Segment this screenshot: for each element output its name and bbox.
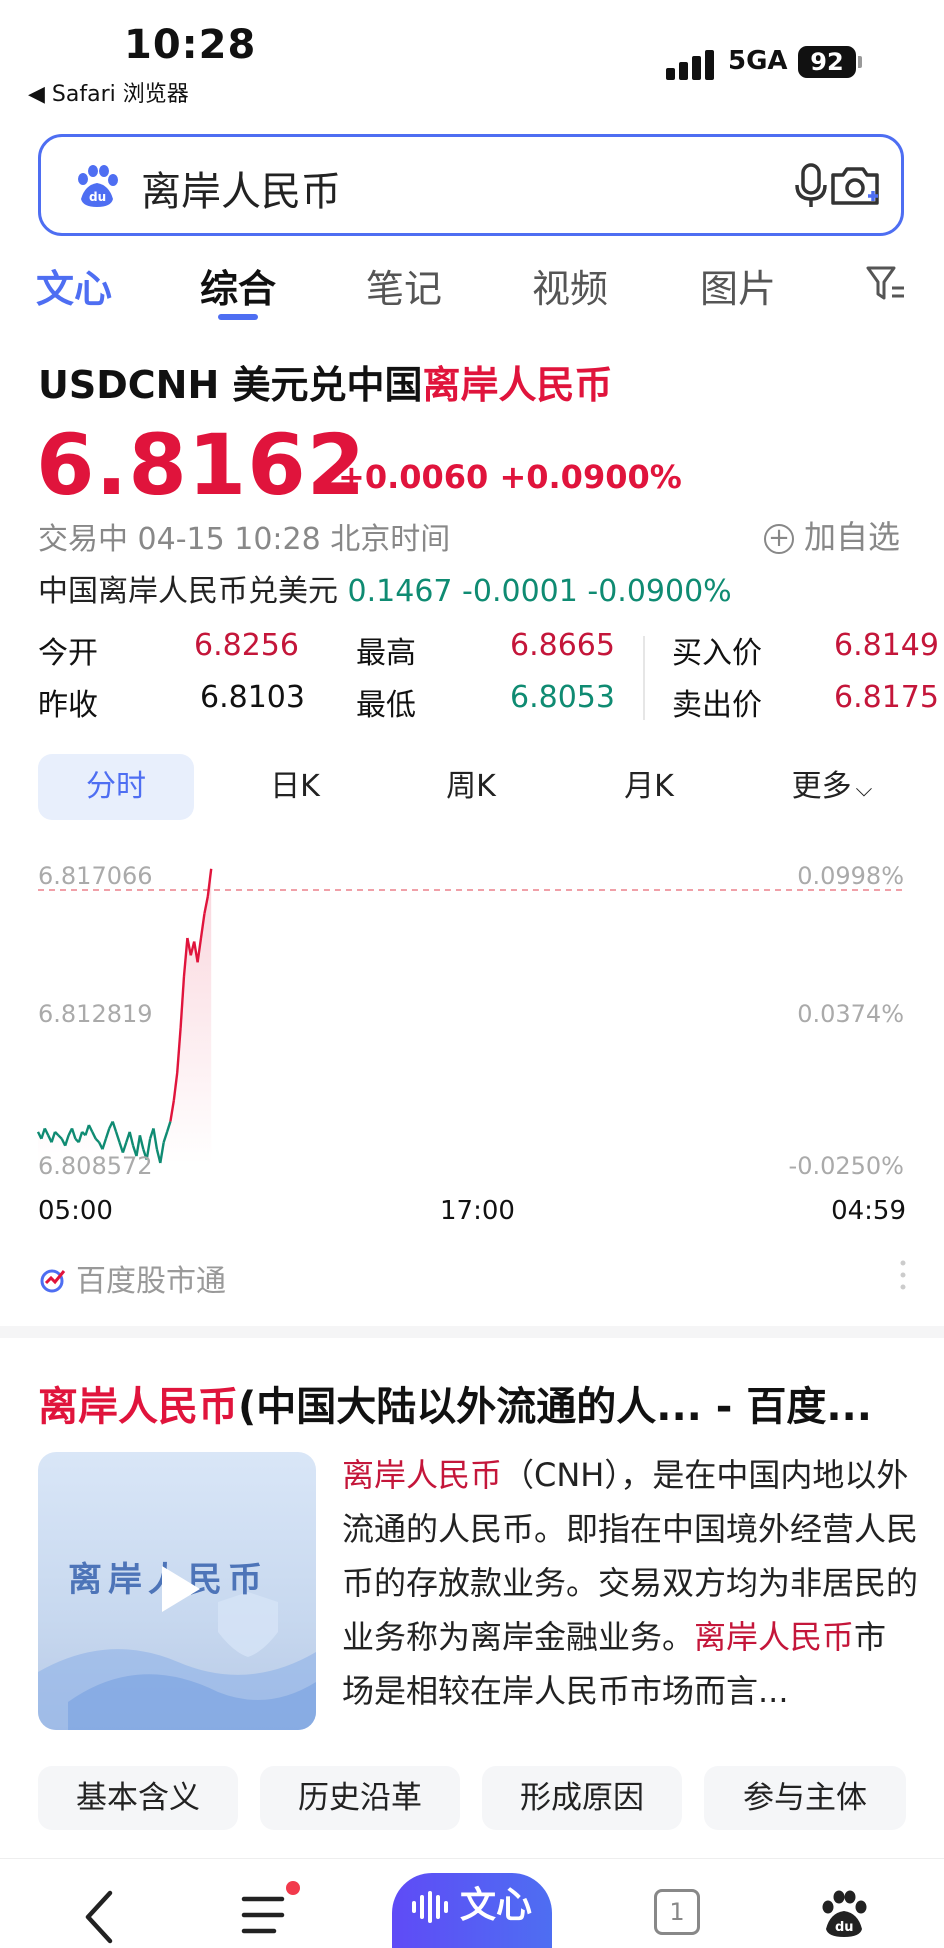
wenxin-label: 文心 bbox=[459, 1885, 532, 1926]
result-description: 离岸人民币（CNH），是在中国内地以外流通的人民币。即指在中国境外经营人民币的存… bbox=[342, 1448, 918, 1718]
tab-all[interactable]: 综合 bbox=[200, 258, 276, 313]
tab-wenxin[interactable]: 文心 bbox=[36, 258, 112, 313]
high-label: 最高 bbox=[356, 636, 416, 671]
result-title-rest: (中国大陆以外流通的人... - 百度... bbox=[238, 1384, 872, 1430]
play-icon[interactable] bbox=[148, 1560, 206, 1618]
prev-close-label: 昨收 bbox=[38, 688, 98, 723]
quote-title-prefix: USDCNH 美元兑中国 bbox=[38, 363, 423, 407]
bid-label: 买入价 bbox=[672, 636, 762, 671]
status-time: 10:28 bbox=[124, 22, 257, 68]
chart-tab-weekly[interactable]: 周K bbox=[416, 754, 526, 820]
tab-notes[interactable]: 笔记 bbox=[366, 258, 442, 313]
chart-tab-more-label: 更多 bbox=[791, 769, 852, 804]
x-label-end: 04:59 bbox=[831, 1196, 906, 1226]
price-change: +0.0060 +0.0900% bbox=[338, 458, 682, 496]
y-label-bottom-left: 6.808572 bbox=[38, 1152, 153, 1180]
high-value: 6.8665 bbox=[510, 628, 615, 663]
current-price: 6.8162 bbox=[36, 416, 367, 514]
chart-tabs: 分时 日K 周K 月K 更多 ⌵ bbox=[0, 754, 944, 820]
more-options-icon[interactable] bbox=[900, 1260, 906, 1290]
svg-text:du: du bbox=[835, 1920, 854, 1935]
low-label: 最低 bbox=[356, 688, 416, 723]
baidu-paw-icon: du bbox=[78, 165, 118, 207]
search-tabs: 文心 综合 笔记 视频 图片 bbox=[0, 252, 944, 322]
bottom-toolbar: 文心 1 du bbox=[0, 1858, 944, 1948]
video-thumbnail[interactable]: 离岸人民币 bbox=[38, 1452, 316, 1730]
plus-circle-icon: + bbox=[764, 524, 794, 554]
chart-tab-monthly[interactable]: 月K bbox=[594, 754, 704, 820]
chip-history[interactable]: 历史沿革 bbox=[260, 1766, 460, 1830]
tab-videos[interactable]: 视频 bbox=[532, 258, 608, 313]
network-type: 5GA bbox=[728, 46, 788, 76]
section-divider bbox=[0, 1326, 944, 1338]
trade-status: 交易中 04-15 10:28 北京时间 bbox=[38, 522, 451, 557]
stock-app-icon bbox=[40, 1269, 66, 1293]
y-label-mid-left: 6.812819 bbox=[38, 1000, 153, 1028]
status-bar: 10:28 ◀ Safari 浏览器 5GA 92 bbox=[0, 0, 944, 120]
result-title-highlight: 离岸人民币 bbox=[38, 1384, 238, 1430]
x-label-start: 05:00 bbox=[38, 1196, 113, 1226]
wenxin-logo-icon bbox=[412, 1891, 448, 1923]
inverse-rate-values: 0.1467 -0.0001 -0.0900% bbox=[347, 574, 732, 609]
chip-basic-meaning[interactable]: 基本含义 bbox=[38, 1766, 238, 1830]
signal-icon bbox=[666, 50, 718, 80]
filter-icon[interactable] bbox=[864, 262, 908, 306]
tab-images[interactable]: 图片 bbox=[700, 258, 776, 313]
quote-title-highlight: 离岸人民币 bbox=[422, 363, 613, 407]
chart-tab-intraday[interactable]: 分时 bbox=[38, 754, 194, 820]
battery-tip bbox=[858, 56, 862, 68]
quote-title[interactable]: USDCNH 美元兑中国离岸人民币 bbox=[38, 354, 613, 409]
stats-divider bbox=[643, 636, 645, 720]
back-to-app-link[interactable]: ◀ Safari 浏览器 bbox=[28, 76, 189, 108]
back-arrow-icon[interactable] bbox=[82, 1889, 118, 1945]
chip-participants[interactable]: 参与主体 bbox=[704, 1766, 906, 1830]
intraday-chart[interactable]: 6.817066 6.812819 6.808572 0.0998% 0.037… bbox=[0, 850, 944, 1226]
desc-highlight-1: 离岸人民币 bbox=[342, 1456, 503, 1494]
camera-icon[interactable] bbox=[827, 161, 887, 211]
topic-chips: 基本含义 历史沿革 形成原因 参与主体 bbox=[0, 1766, 944, 1830]
open-value: 6.8256 bbox=[194, 628, 299, 663]
prev-close-value: 6.8103 bbox=[200, 680, 305, 715]
active-tab-indicator bbox=[218, 314, 258, 320]
y-label-top-right: 0.0998% bbox=[797, 862, 904, 890]
quote-stats: 今开 6.8256 昨收 6.8103 最高 6.8665 最低 6.8053 … bbox=[0, 628, 944, 728]
ask-value: 6.8175 bbox=[834, 680, 939, 715]
chart-tab-daily[interactable]: 日K bbox=[240, 754, 350, 820]
svg-text:du: du bbox=[89, 190, 106, 204]
low-value: 6.8053 bbox=[510, 680, 615, 715]
bid-value: 6.8149 bbox=[834, 628, 939, 663]
search-input[interactable]: 离岸人民币 bbox=[141, 159, 341, 217]
inverse-rate: 中国离岸人民币兑美元 0.1467 -0.0001 -0.0900% bbox=[38, 566, 732, 610]
source-attribution[interactable]: 百度股市通 bbox=[38, 1256, 226, 1300]
y-label-bottom-right: -0.0250% bbox=[788, 1152, 904, 1180]
chevron-down-icon: ⌵ bbox=[855, 777, 873, 802]
desc-highlight-2: 离岸人民币 bbox=[694, 1618, 855, 1656]
tab-count-button[interactable]: 1 bbox=[654, 1889, 700, 1935]
inverse-rate-label: 中国离岸人民币兑美元 bbox=[38, 574, 338, 609]
add-watch-label: 加自选 bbox=[804, 518, 901, 556]
baidu-home-icon[interactable]: du bbox=[818, 1887, 870, 1939]
y-label-mid-right: 0.0374% bbox=[797, 1000, 904, 1028]
open-label: 今开 bbox=[38, 636, 98, 671]
source-label: 百度股市通 bbox=[76, 1264, 226, 1299]
search-box[interactable]: du 离岸人民币 bbox=[38, 134, 904, 236]
add-to-watchlist-button[interactable]: + 加自选 bbox=[764, 512, 900, 558]
x-label-mid: 17:00 bbox=[440, 1196, 515, 1226]
notification-dot bbox=[286, 1881, 300, 1895]
chart-tab-more[interactable]: 更多 ⌵ bbox=[772, 754, 892, 820]
battery-icon: 92 bbox=[798, 46, 856, 78]
chip-causes[interactable]: 形成原因 bbox=[482, 1766, 682, 1830]
menu-icon[interactable] bbox=[240, 1891, 300, 1941]
y-label-top-left: 6.817066 bbox=[38, 862, 153, 890]
wenxin-button[interactable]: 文心 bbox=[392, 1873, 552, 1948]
result-title-link[interactable]: 离岸人民币(中国大陆以外流通的人... - 百度... bbox=[38, 1374, 918, 1432]
ask-label: 卖出价 bbox=[672, 688, 762, 723]
